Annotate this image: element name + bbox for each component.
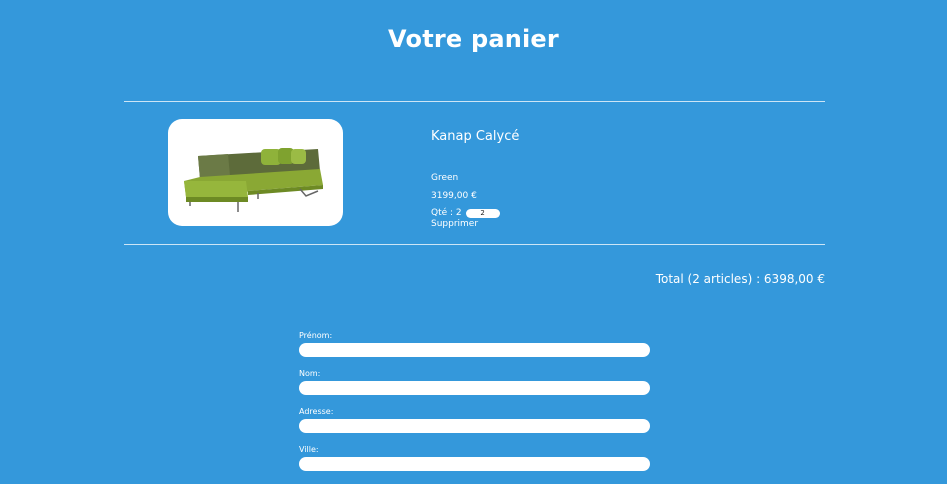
product-color: Green (431, 173, 459, 183)
address-input[interactable] (299, 419, 650, 433)
product-name: Kanap Calycé (431, 129, 520, 144)
divider-bottom (124, 244, 825, 245)
page-title: Votre panier (388, 25, 559, 53)
address-label: Adresse: (299, 407, 334, 416)
cart-total: Total (2 articles) : 6398,00 € (655, 272, 825, 286)
lastname-input[interactable] (299, 381, 650, 395)
firstname-label: Prénom: (299, 331, 333, 340)
city-label: Ville: (299, 445, 319, 454)
quantity-label: Qté : 2 (431, 208, 462, 218)
city-input[interactable] (299, 457, 650, 471)
divider-top (124, 101, 825, 102)
delete-button[interactable]: Supprimer (431, 219, 478, 229)
lastname-label: Nom: (299, 369, 321, 378)
firstname-input[interactable] (299, 343, 650, 357)
quantity-input[interactable] (465, 208, 500, 218)
sofa-icon (184, 148, 323, 212)
product-price: 3199,00 € (431, 191, 477, 201)
product-image (168, 119, 343, 226)
quantity-row: Qté : 2 (431, 208, 500, 218)
